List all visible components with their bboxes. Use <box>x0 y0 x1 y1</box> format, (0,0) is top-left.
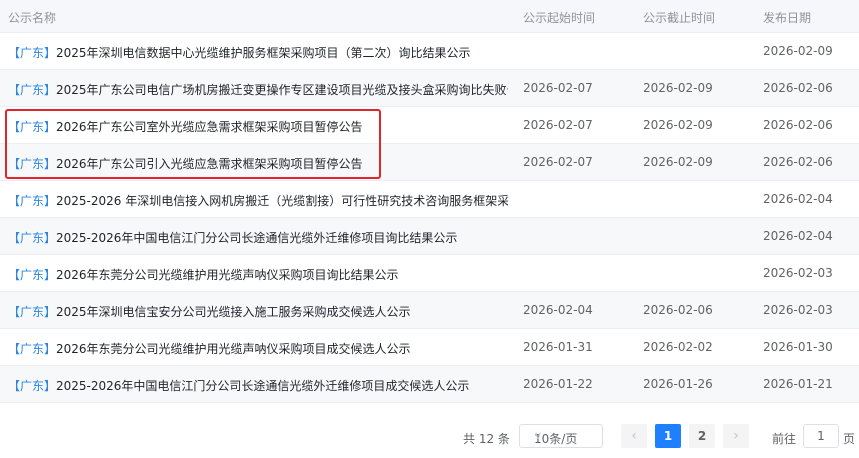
table-row[interactable]: 【广东】2025年广东公司电信广场机房搬迁变更操作专区建设项目光缆及接头盒采购询… <box>0 70 859 107</box>
header-end-time[interactable]: 公示截止时间 <box>643 9 715 26</box>
next-page-button[interactable]: › <box>723 424 749 448</box>
publish-date: 2026-01-30 <box>763 340 833 354</box>
announcement-title[interactable]: 【广东】2025年广东公司电信广场机房搬迁变更操作专区建设项目光缆及接头盒采购询… <box>8 81 508 98</box>
table-row[interactable]: 【广东】2025年深圳电信宝安分公司光缆接入施工服务采购成交候选人公示 2026-… <box>0 292 859 329</box>
header-start-time[interactable]: 公示起始时间 <box>523 9 595 26</box>
start-time: 2026-02-07 <box>523 118 593 132</box>
region-tag: 【广东】 <box>8 268 57 282</box>
table-row[interactable]: 【广东】2026年东莞分公司光缆维护用光缆声呐仪采购项目询比结果公示 2026-0… <box>0 255 859 292</box>
announcement-title-text[interactable]: 2026年广东公司室外光缆应急需求框架采购项目暂停公告 <box>56 120 363 134</box>
pagination: 共 12 条 10条/页 ∨ ‹ 1 2 › 前往 1 页 <box>0 424 859 450</box>
pagination-total: 共 12 条 <box>463 432 510 446</box>
publish-date: 2026-02-06 <box>763 118 833 132</box>
start-time: 2026-02-07 <box>523 81 593 95</box>
chevron-right-icon: › <box>733 428 739 444</box>
goto-suffix: 页 <box>843 432 856 446</box>
announcement-title-text[interactable]: 2025-2026年中国电信江门分公司长途通信光缆外迁维修项目询比结果公示 <box>56 231 457 245</box>
header-title: 公示名称 <box>8 11 57 25</box>
region-tag: 【广东】 <box>8 342 57 356</box>
publish-date: 2026-02-04 <box>763 229 833 243</box>
page-size-select[interactable]: 10条/页 ∨ <box>519 424 603 448</box>
start-time: 2026-01-31 <box>523 340 593 354</box>
table-header: 公示名称 公示起始时间 公示截止时间 发布日期 <box>0 0 859 33</box>
goto-page-input[interactable]: 1 <box>803 424 839 448</box>
table-body: 【广东】2025年深圳电信数据中心光缆维护服务框架采购项目（第二次）询比结果公示… <box>0 33 859 403</box>
region-tag: 【广东】 <box>8 46 57 60</box>
announcement-title-text[interactable]: 2026年广东公司引入光缆应急需求框架采购项目暂停公告 <box>56 157 363 171</box>
announcement-title-text[interactable]: 2025年深圳电信数据中心光缆维护服务框架采购项目（第二次）询比结果公示 <box>56 46 471 60</box>
end-time: 2026-02-09 <box>643 81 713 95</box>
announcement-title[interactable]: 【广东】2025-2026年中国电信江门分公司长途通信光缆外迁维修项目成交候选人… <box>8 377 508 394</box>
announcement-title[interactable]: 【广东】2025-2026年中国电信江门分公司长途通信光缆外迁维修项目询比结果公… <box>8 229 508 246</box>
end-time: 2026-01-26 <box>643 377 713 391</box>
announcement-title[interactable]: 【广东】2026年东莞分公司光缆维护用光缆声呐仪采购项目成交候选人公示 <box>8 340 508 357</box>
table-row[interactable]: 【广东】2025-2026年中国电信江门分公司长途通信光缆外迁维修项目成交候选人… <box>0 366 859 403</box>
publish-date: 2026-02-06 <box>763 81 833 95</box>
region-tag: 【广东】 <box>8 157 57 171</box>
region-tag: 【广东】 <box>8 194 57 208</box>
chevron-left-icon: ‹ <box>631 428 637 444</box>
header-publish-date[interactable]: 发布日期 <box>763 9 811 26</box>
publish-date: 2026-02-06 <box>763 155 833 169</box>
announcement-title-text[interactable]: 2026年东莞分公司光缆维护用光缆声呐仪采购项目成交候选人公示 <box>56 342 411 356</box>
publish-date: 2026-02-03 <box>763 266 833 280</box>
end-time: 2026-02-09 <box>643 155 713 169</box>
table-row[interactable]: 【广东】2025-2026年中国电信江门分公司长途通信光缆外迁维修项目询比结果公… <box>0 218 859 255</box>
start-time: 2026-01-22 <box>523 377 593 391</box>
end-time: 2026-02-09 <box>643 118 713 132</box>
announcement-title[interactable]: 【广东】2026年广东公司引入光缆应急需求框架采购项目暂停公告 <box>8 155 508 172</box>
announcement-title-text[interactable]: 2025-2026 年深圳电信接入网机房搬迁（光缆割接）可行性研究技术咨询服务框… <box>56 194 508 208</box>
region-tag: 【广东】 <box>8 231 57 245</box>
publish-date: 2026-02-09 <box>763 44 833 58</box>
announcement-title-text[interactable]: 2025年广东公司电信广场机房搬迁变更操作专区建设项目光缆及接头盒采购询比失败公… <box>56 83 508 97</box>
start-time: 2026-02-07 <box>523 155 593 169</box>
publish-date: 2026-02-03 <box>763 303 833 317</box>
announcement-title-text[interactable]: 2025年深圳电信宝安分公司光缆接入施工服务采购成交候选人公示 <box>56 305 411 319</box>
table-row[interactable]: 【广东】2026年广东公司室外光缆应急需求框架采购项目暂停公告 2026-02-0… <box>0 107 859 144</box>
table-row[interactable]: 【广东】2025年深圳电信数据中心光缆维护服务框架采购项目（第二次）询比结果公示… <box>0 33 859 70</box>
announcement-title[interactable]: 【广东】2025年深圳电信数据中心光缆维护服务框架采购项目（第二次）询比结果公示 <box>8 44 508 61</box>
page-button-2[interactable]: 2 <box>689 424 715 448</box>
announcement-title-text[interactable]: 2026年东莞分公司光缆维护用光缆声呐仪采购项目询比结果公示 <box>56 268 399 282</box>
end-time: 2026-02-02 <box>643 340 713 354</box>
publish-date: 2026-02-04 <box>763 192 833 206</box>
chevron-down-icon: ∨ <box>534 429 543 442</box>
start-time: 2026-02-04 <box>523 303 593 317</box>
page-button-1[interactable]: 1 <box>655 424 681 448</box>
goto-label: 前往 <box>772 432 797 446</box>
end-time: 2026-02-06 <box>643 303 713 317</box>
table-row[interactable]: 【广东】2026年广东公司引入光缆应急需求框架采购项目暂停公告 2026-02-0… <box>0 144 859 181</box>
announcement-title[interactable]: 【广东】2025年深圳电信宝安分公司光缆接入施工服务采购成交候选人公示 <box>8 303 508 320</box>
announcement-table: 公示名称 公示起始时间 公示截止时间 发布日期 【广东】2025年深圳电信数据中… <box>0 0 859 403</box>
announcement-title[interactable]: 【广东】2026年广东公司室外光缆应急需求框架采购项目暂停公告 <box>8 118 508 135</box>
announcement-title-text[interactable]: 2025-2026年中国电信江门分公司长途通信光缆外迁维修项目成交候选人公示 <box>56 379 469 393</box>
announcement-title[interactable]: 【广东】2025-2026 年深圳电信接入网机房搬迁（光缆割接）可行性研究技术咨… <box>8 192 508 209</box>
table-row[interactable]: 【广东】2026年东莞分公司光缆维护用光缆声呐仪采购项目成交候选人公示 2026-… <box>0 329 859 366</box>
region-tag: 【广东】 <box>8 379 57 393</box>
region-tag: 【广东】 <box>8 305 57 319</box>
region-tag: 【广东】 <box>8 120 57 134</box>
publish-date: 2026-01-21 <box>763 377 833 391</box>
prev-page-button[interactable]: ‹ <box>621 424 647 448</box>
region-tag: 【广东】 <box>8 83 57 97</box>
announcement-title[interactable]: 【广东】2026年东莞分公司光缆维护用光缆声呐仪采购项目询比结果公示 <box>8 266 508 283</box>
table-row[interactable]: 【广东】2025-2026 年深圳电信接入网机房搬迁（光缆割接）可行性研究技术咨… <box>0 181 859 218</box>
